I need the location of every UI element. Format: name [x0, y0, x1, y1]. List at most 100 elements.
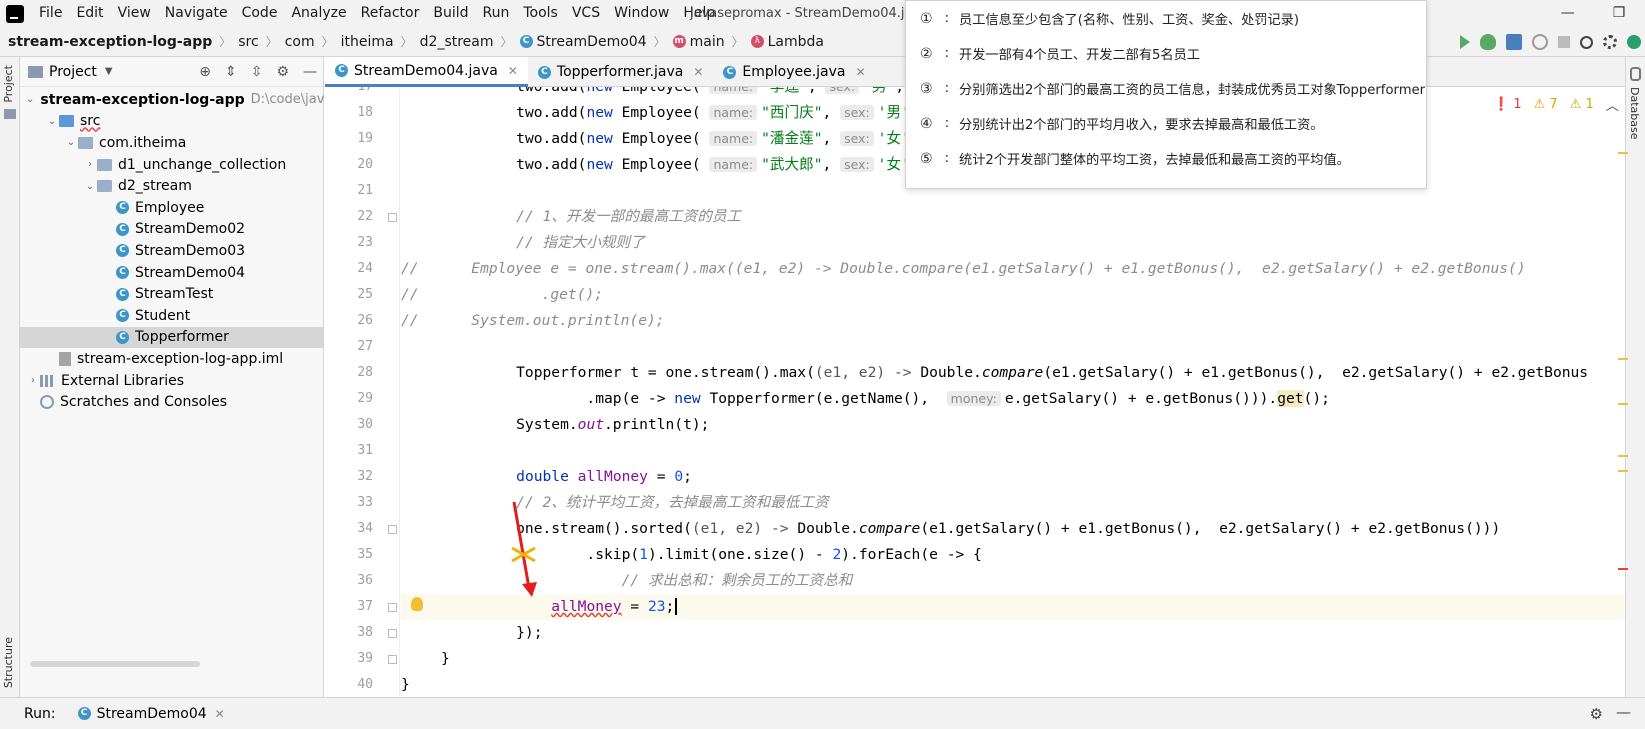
- hide-panel-icon[interactable]: —: [1616, 703, 1631, 721]
- warning-stripe-mark[interactable]: [1618, 403, 1628, 405]
- menu-run[interactable]: Run: [476, 0, 517, 27]
- chevron-down-icon[interactable]: ⌄: [26, 94, 34, 105]
- tab-employee[interactable]: C Employee.java ✕: [713, 57, 875, 87]
- options-gear-icon[interactable]: ⚙: [276, 64, 289, 80]
- tree-item[interactable]: C Student: [20, 305, 323, 327]
- chevron-right-icon[interactable]: ›: [83, 159, 97, 170]
- fold-marker-icon[interactable]: [388, 525, 397, 534]
- run-tab-streamdemo04[interactable]: C StreamDemo04 ✕: [77, 706, 225, 722]
- tree-item[interactable]: C Topperformer: [20, 326, 323, 349]
- close-tab-icon[interactable]: ✕: [856, 65, 866, 79]
- chevron-down-icon[interactable]: ⌄: [45, 116, 59, 127]
- close-tab-icon[interactable]: ✕: [508, 64, 518, 78]
- minimize-icon[interactable]: —: [1561, 0, 1575, 27]
- settings-gear-icon[interactable]: [1603, 35, 1617, 49]
- database-tool-tab[interactable]: Database: [1628, 87, 1641, 140]
- locate-icon[interactable]: ⊕: [199, 64, 211, 80]
- breadcrumb-d2-stream[interactable]: d2_stream 〉: [420, 33, 520, 50]
- menu-window[interactable]: Window: [607, 0, 676, 27]
- tree-item[interactable]: ⌄ src: [20, 111, 323, 133]
- intention-bulb-icon[interactable]: [411, 597, 423, 611]
- code-line[interactable]: // 2、统计平均工资，去掉最高工资和最低工资: [401, 490, 1625, 516]
- chevron-down-icon[interactable]: ▼: [105, 66, 113, 77]
- coverage-icon[interactable]: [1506, 34, 1522, 50]
- plugin-icon[interactable]: [1627, 35, 1641, 49]
- tree-item[interactable]: C StreamDemo02: [20, 219, 323, 241]
- code-line[interactable]: }: [401, 646, 1625, 672]
- stop-icon[interactable]: [1558, 36, 1570, 48]
- error-stripe-mark[interactable]: [1618, 568, 1628, 570]
- tab-topperformer[interactable]: C Topperformer.java ✕: [528, 57, 713, 87]
- warning-stripe-mark[interactable]: [1618, 152, 1628, 154]
- warning-stripe-mark[interactable]: [1618, 470, 1628, 472]
- tree-item[interactable]: › External Libraries: [20, 370, 323, 392]
- debug-icon[interactable]: [1480, 34, 1496, 50]
- code-line[interactable]: Topperformer t = one.stream().max((e1, e…: [401, 360, 1625, 386]
- menu-file[interactable]: File: [32, 0, 69, 27]
- code-line[interactable]: one.stream().sorted((e1, e2) -> Double.c…: [401, 516, 1625, 542]
- code-line[interactable]: }: [401, 672, 1625, 697]
- project-view-selector[interactable]: Project: [49, 64, 97, 80]
- menu-view[interactable]: View: [111, 0, 158, 27]
- close-tab-icon[interactable]: ✕: [215, 707, 225, 721]
- breadcrumb-method[interactable]: m main 〉: [672, 33, 751, 50]
- tree-item[interactable]: C Employee: [20, 197, 323, 219]
- fold-marker-icon[interactable]: [388, 629, 397, 638]
- breadcrumb-lambda[interactable]: λ Lambda: [750, 34, 824, 50]
- menu-tools[interactable]: Tools: [516, 0, 565, 27]
- structure-tool-tab[interactable]: Structure: [2, 637, 15, 688]
- menu-code[interactable]: Code: [235, 0, 285, 27]
- warning-stripe-mark[interactable]: [1618, 455, 1628, 457]
- tree-item[interactable]: stream-exception-log-app.iml: [20, 348, 323, 370]
- code-line[interactable]: .map(e -> new Topperformer(e.getName(), …: [401, 386, 1625, 412]
- tree-item[interactable]: ⌄ com.itheima: [20, 132, 323, 154]
- tree-item[interactable]: C StreamDemo04: [20, 262, 323, 284]
- tree-item[interactable]: Scratches and Consoles: [20, 391, 323, 413]
- fold-marker-icon[interactable]: [388, 603, 397, 612]
- code-line[interactable]: // 1、开发一部的最高工资的员工: [401, 204, 1625, 230]
- breadcrumb-project[interactable]: stream-exception-log-app 〉: [8, 33, 238, 50]
- prev-highlight-icon[interactable]: ︿: [1606, 95, 1619, 114]
- horizontal-scrollbar[interactable]: [30, 661, 200, 667]
- code-line[interactable]: });: [401, 620, 1625, 646]
- tree-item[interactable]: ⌄ stream-exception-log-app D:\code\java: [20, 89, 332, 111]
- tree-item[interactable]: ⌄ d2_stream: [20, 175, 323, 197]
- breadcrumb-class[interactable]: C StreamDemo04 〉: [519, 33, 673, 50]
- menu-navigate[interactable]: Navigate: [158, 0, 235, 27]
- code-line[interactable]: // 指定大小规则了: [401, 230, 1625, 256]
- menu-build[interactable]: Build: [426, 0, 475, 27]
- chevron-down-icon[interactable]: ⌄: [64, 137, 78, 148]
- code-line[interactable]: // 求出总和：剩余员工的工资总和: [401, 568, 1625, 594]
- tree-item[interactable]: C StreamTest: [20, 283, 323, 305]
- collapse-all-icon[interactable]: ⇳: [251, 64, 263, 80]
- fold-marker-icon[interactable]: [388, 213, 397, 222]
- code-line[interactable]: System.out.println(t);: [401, 412, 1625, 438]
- code-line[interactable]: [401, 438, 1625, 464]
- code-line[interactable]: double allMoney = 0;: [401, 464, 1625, 490]
- breadcrumb-itheima[interactable]: itheima 〉: [341, 33, 420, 50]
- menu-analyze[interactable]: Analyze: [284, 0, 353, 27]
- tree-item[interactable]: C StreamDemo03: [20, 240, 323, 262]
- restore-icon[interactable]: ❐: [1613, 0, 1626, 27]
- profile-icon[interactable]: [1532, 34, 1548, 50]
- fold-marker-icon[interactable]: [388, 655, 397, 664]
- warning-stripe-mark[interactable]: [1618, 358, 1628, 360]
- code-line[interactable]: allMoney = 23;: [401, 594, 1625, 620]
- code-line[interactable]: // System.out.println(e);: [401, 308, 1625, 334]
- breadcrumb-src[interactable]: src 〉: [238, 33, 284, 50]
- code-line[interactable]: // .get();: [401, 282, 1625, 308]
- chevron-right-icon[interactable]: ›: [26, 375, 40, 386]
- hide-panel-icon[interactable]: —: [303, 64, 317, 80]
- menu-refactor[interactable]: Refactor: [354, 0, 427, 27]
- chevron-down-icon[interactable]: ⌄: [83, 181, 97, 192]
- settings-gear-icon[interactable]: ⚙: [1590, 705, 1603, 723]
- menu-vcs[interactable]: VCS: [565, 0, 607, 27]
- breadcrumb-com[interactable]: com 〉: [285, 33, 341, 50]
- inspection-widget[interactable]: ❗ 1 ⚠ 7 ⚠ 1 ︿ ﹀: [1493, 95, 1644, 114]
- expand-all-icon[interactable]: ⇕: [225, 64, 237, 80]
- code-line[interactable]: // Employee e = one.stream().max((e1, e2…: [401, 256, 1625, 282]
- run-config-icon[interactable]: [1460, 35, 1470, 49]
- close-tab-icon[interactable]: ✕: [693, 65, 703, 79]
- project-tool-tab[interactable]: Project: [2, 65, 15, 103]
- menu-edit[interactable]: Edit: [69, 0, 110, 27]
